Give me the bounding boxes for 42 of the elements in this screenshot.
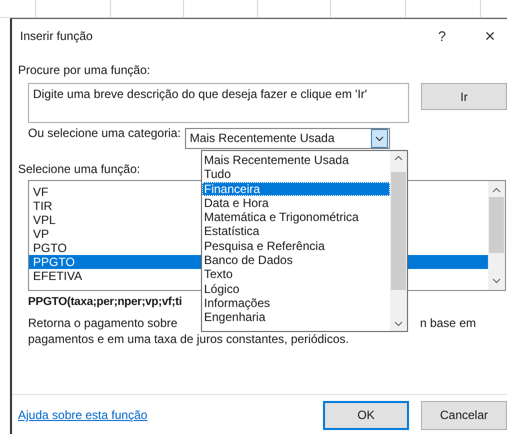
function-item[interactable]: VPL [29, 213, 58, 227]
help-link[interactable]: Ajuda sobre esta função [18, 408, 148, 422]
category-dropdown[interactable]: Mais Recentemente Usada [184, 128, 390, 148]
function-signature: PPGTO(taxa;per;nper;vp;vf;ti [28, 296, 182, 308]
category-option[interactable]: Tudo [202, 167, 390, 182]
category-option[interactable]: Matemática e Trigonométrica [202, 210, 390, 224]
function-description: n base em [420, 316, 476, 330]
category-option[interactable]: Texto [202, 267, 390, 282]
help-button[interactable]: ? [427, 28, 457, 44]
category-option[interactable]: Lógico [202, 282, 390, 296]
category-label: Ou selecione uma categoria: [28, 126, 181, 140]
function-item[interactable]: VP [29, 227, 52, 241]
scrollbar[interactable] [488, 181, 505, 290]
category-option[interactable]: Engenharia [202, 310, 390, 325]
function-description: pagamentos e em uma taxa de juros constantes, periódicos. [28, 332, 349, 346]
category-option[interactable]: Pesquisa e Referência [202, 238, 390, 254]
category-option[interactable]: Data e Hora [202, 196, 390, 210]
function-description: Retorna o pagamento sobre [28, 316, 178, 330]
function-item[interactable]: VF [29, 185, 50, 199]
chevron-up-icon [394, 155, 403, 161]
function-list-label: Selecione uma função: [18, 162, 140, 176]
chevron-down-icon [492, 278, 501, 284]
chevron-down-icon [394, 321, 403, 327]
scrollbar[interactable] [390, 151, 407, 331]
category-option[interactable]: Informações [202, 296, 390, 310]
ok-button[interactable]: OK [323, 400, 409, 430]
function-item[interactable]: TIR [29, 199, 54, 213]
chevron-up-icon [492, 187, 501, 193]
function-item[interactable]: PGTO [29, 241, 69, 255]
search-field[interactable]: Digite uma breve descrição do que deseja fazer e clique em 'Ir' [28, 83, 410, 123]
close-button[interactable]: × [475, 26, 505, 46]
category-dropdown-menu[interactable]: Mais Recentemente Usada Tudo Financeira Data e Hora Matemática e Trigonométrica Estatística Pesquisa e Referência Banco de Dados Texto Lógico Informações Engenharia [201, 150, 408, 332]
window-title: Inserir função [20, 29, 94, 43]
chevron-down-icon [370, 128, 388, 148]
category-option[interactable]: Estatística [202, 224, 390, 239]
category-option[interactable]: Financeira [202, 182, 390, 196]
category-option[interactable]: Banco de Dados [202, 253, 390, 268]
go-button[interactable]: Ir [421, 83, 507, 110]
cancel-button[interactable]: Cancelar [421, 400, 507, 430]
search-label: Procure por uma função: [18, 63, 150, 77]
function-item[interactable]: EFETIVA [29, 269, 84, 283]
category-option[interactable]: Mais Recentemente Usada [202, 153, 390, 168]
